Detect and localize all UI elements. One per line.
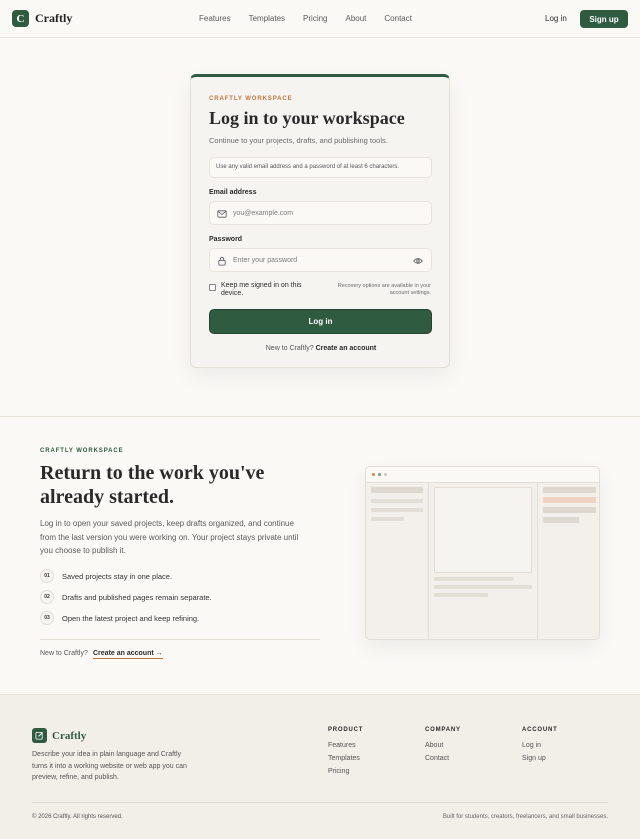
step-number: 03 [40, 611, 54, 625]
footer-link-about[interactable]: About [425, 742, 461, 749]
step-item: 03 Open the latest project and keep refi… [40, 611, 199, 625]
signup-button[interactable]: Sign up [580, 10, 628, 28]
footer-column-account: ACCOUNT Log in Sign up [522, 727, 558, 768]
footer-column-product: PRODUCT Features Templates Pricing [328, 727, 363, 781]
new-account-text: New to Craftly? [265, 345, 314, 352]
card-subtitle: Continue to your projects, drafts, and p… [209, 136, 388, 145]
footer-link-login[interactable]: Log in [522, 742, 558, 749]
step-item: 02 Drafts and published pages remain sep… [40, 590, 212, 604]
section-body: Log in to open your saved projects, keep… [40, 519, 299, 555]
footer: Craftly Describe your idea in plain lang… [0, 694, 640, 839]
section-eyebrow: CRAFTLY WORKSPACE [40, 448, 124, 454]
brand-logo[interactable]: C Craftly [12, 10, 72, 27]
footer-link-templates[interactable]: Templates [328, 755, 363, 762]
footer-heading: ACCOUNT [522, 727, 558, 733]
preview-titlebar [366, 467, 599, 483]
section-create-account-link[interactable]: Create an account → [93, 650, 163, 659]
remember-label[interactable]: Keep me signed in on this device. [221, 282, 311, 298]
nav-link-features[interactable]: Features [199, 14, 231, 23]
credentials-hint: Use any valid email address and a passwo… [209, 157, 432, 178]
footer-column-company: COMPANY About Contact [425, 727, 461, 768]
section-new-text: New to Craftly? [40, 650, 88, 657]
brand-name: Craftly [35, 11, 73, 25]
nav-link-about[interactable]: About [346, 14, 367, 23]
email-field[interactable]: you@example.com [209, 201, 432, 225]
window-dot [378, 473, 381, 476]
built-for-note: Built for students, creators, freelancer… [442, 814, 608, 820]
eye-icon[interactable] [413, 257, 423, 265]
mail-icon [217, 210, 227, 218]
nav-link-pricing[interactable]: Pricing [303, 14, 327, 23]
copyright: © 2026 Craftly. All rights reserved. [32, 814, 123, 820]
preview-sidebar [366, 483, 429, 639]
preview-canvas [434, 487, 532, 573]
login-submit-button[interactable]: Log in [209, 309, 432, 334]
nav-links: Features Templates Pricing About Contact [199, 14, 430, 23]
nav-link-templates[interactable]: Templates [249, 14, 285, 23]
footer-logo[interactable]: Craftly [32, 728, 86, 743]
step-number: 01 [40, 569, 54, 583]
window-dot [372, 473, 375, 476]
edit-icon [32, 728, 47, 743]
password-label: Password [209, 236, 243, 243]
login-card: CRAFTLY WORKSPACE Log in to your workspa… [190, 74, 450, 368]
top-navigation: C Craftly Features Templates Pricing Abo… [0, 0, 640, 38]
section-title: Return to the work you've already starte… [40, 462, 265, 508]
step-item: 01 Saved projects stay in one place. [40, 569, 172, 583]
footer-brand: Craftly [52, 729, 87, 742]
step-text: Open the latest project and keep refinin… [62, 613, 200, 623]
email-placeholder: you@example.com [233, 210, 294, 217]
footer-rule [32, 802, 608, 803]
nav-login-link[interactable]: Log in [545, 14, 567, 23]
window-dot [384, 473, 387, 476]
card-title: Log in to your workspace [209, 108, 405, 128]
footer-heading: COMPANY [425, 727, 461, 733]
footer-link-signup[interactable]: Sign up [522, 755, 558, 762]
preview-inspector [537, 483, 599, 639]
recovery-note: Recovery options are available in your a… [337, 283, 431, 296]
logo-mark: C [12, 10, 29, 27]
card-eyebrow: CRAFTLY WORKSPACE [209, 96, 293, 102]
footer-heading: PRODUCT [328, 727, 364, 733]
footer-link-contact[interactable]: Contact [425, 755, 461, 762]
section-divider [0, 416, 640, 417]
step-text: Drafts and published pages remain separa… [62, 592, 212, 602]
remember-checkbox[interactable] [209, 284, 216, 291]
nav-link-contact[interactable]: Contact [384, 14, 412, 23]
step-number: 02 [40, 590, 54, 604]
create-account-link[interactable]: Create an account [316, 345, 377, 352]
footer-description: Describe your idea in plain language and… [32, 751, 187, 781]
email-label: Email address [209, 189, 257, 196]
password-placeholder: Enter your password [233, 257, 298, 264]
new-account-prompt: New to Craftly? Create an account [191, 345, 451, 352]
password-field[interactable]: Enter your password [209, 248, 432, 272]
step-text: Saved projects stay in one place. [62, 571, 173, 581]
workspace-preview-illustration [365, 466, 600, 640]
footer-link-pricing[interactable]: Pricing [328, 768, 363, 775]
section-rule [40, 639, 320, 640]
footer-link-features[interactable]: Features [328, 742, 363, 749]
lock-icon [218, 256, 226, 266]
